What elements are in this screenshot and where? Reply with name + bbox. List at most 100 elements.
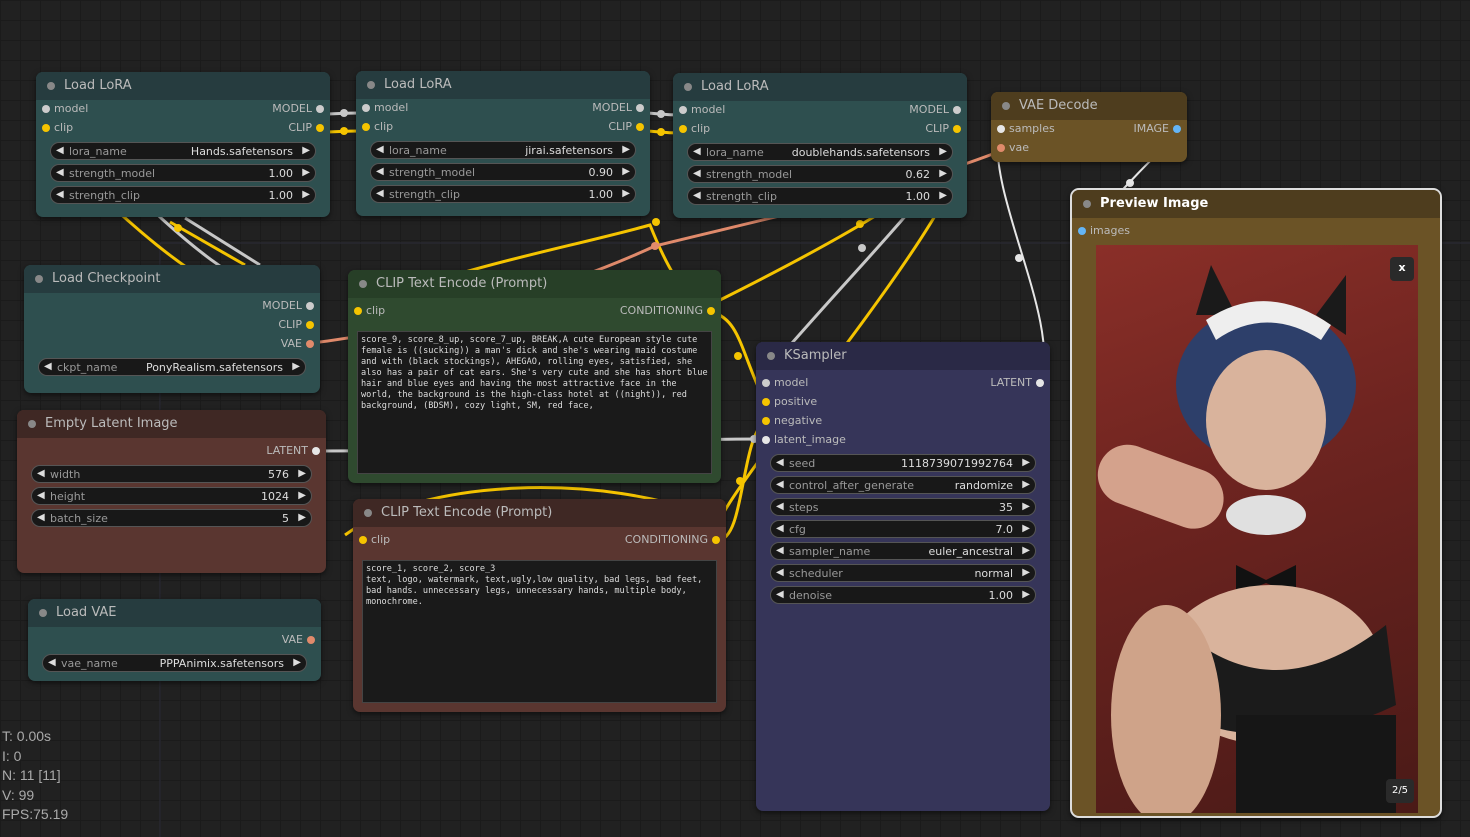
input-slot-clip[interactable] [359,536,367,544]
input-slot-vae[interactable] [997,144,1005,152]
decrement-arrow-icon[interactable]: ◀ [37,468,45,479]
collapse-dot[interactable] [1002,102,1010,110]
batch-size-number[interactable]: ◀ batch_size 5 ▶ [31,509,312,527]
scheduler-combo[interactable]: ◀ scheduler normal ▶ [770,564,1036,582]
increment-arrow-icon[interactable]: ▶ [622,166,630,177]
output-slot-clip[interactable] [953,125,961,133]
input-slot-clip[interactable] [679,125,687,133]
decrement-arrow-icon[interactable]: ◀ [44,361,52,372]
control-after-generate-combo[interactable]: ◀ control_after_generate randomize ▶ [770,476,1036,494]
decrement-arrow-icon[interactable]: ◀ [776,567,784,578]
input-slot-clip[interactable] [42,124,50,132]
increment-arrow-icon[interactable]: ▶ [302,145,310,156]
increment-arrow-icon[interactable]: ▶ [302,189,310,200]
node-title[interactable]: CLIP Text Encode (Prompt) [348,270,721,298]
increment-arrow-icon[interactable]: ▶ [1022,501,1030,512]
node-title[interactable]: KSampler [756,342,1050,370]
lora-name-combo[interactable]: ◀ lora_name jirai.safetensors ▶ [370,141,636,159]
output-slot-model[interactable] [636,104,644,112]
output-slot-model[interactable] [953,106,961,114]
input-slot-model[interactable] [679,106,687,114]
increment-arrow-icon[interactable]: ▶ [1022,457,1030,468]
decrement-arrow-icon[interactable]: ◀ [37,490,45,501]
strength-model-number[interactable]: ◀ strength_model 0.62 ▶ [687,165,953,183]
output-slot-vae[interactable] [307,636,315,644]
node-title[interactable]: Empty Latent Image [17,410,326,438]
input-slot-positive[interactable] [762,398,770,406]
increment-arrow-icon[interactable]: ▶ [293,657,301,668]
vae-name-combo[interactable]: ◀ vae_name PPPAnimix.safetensors ▶ [42,654,307,672]
increment-arrow-icon[interactable]: ▶ [1022,523,1030,534]
collapse-dot[interactable] [367,81,375,89]
decrement-arrow-icon[interactable]: ◀ [376,188,384,199]
input-slot-model[interactable] [362,104,370,112]
output-slot-model[interactable] [306,302,314,310]
preview-image[interactable]: x 2/5 [1096,245,1418,813]
lora-name-combo[interactable]: ◀ lora_name doublehands.safetensors ▶ [687,143,953,161]
collapse-dot[interactable] [767,352,775,360]
strength-clip-number[interactable]: ◀ strength_clip 1.00 ▶ [370,185,636,203]
increment-arrow-icon[interactable]: ▶ [292,361,300,372]
input-slot-clip[interactable] [354,307,362,315]
collapse-dot[interactable] [47,82,55,90]
decrement-arrow-icon[interactable]: ◀ [376,166,384,177]
decrement-arrow-icon[interactable]: ◀ [693,146,701,157]
decrement-arrow-icon[interactable]: ◀ [776,479,784,490]
decrement-arrow-icon[interactable]: ◀ [376,144,384,155]
node-title[interactable]: Preview Image [1072,190,1440,218]
node-title[interactable]: Load VAE [28,599,321,627]
close-preview-button[interactable]: x [1390,257,1414,281]
decrement-arrow-icon[interactable]: ◀ [48,657,56,668]
decrement-arrow-icon[interactable]: ◀ [56,189,64,200]
strength-clip-number[interactable]: ◀ strength_clip 1.00 ▶ [687,187,953,205]
decrement-arrow-icon[interactable]: ◀ [56,167,64,178]
clip-text-encode-positive-node[interactable]: CLIP Text Encode (Prompt) clip CONDITION… [348,270,721,483]
input-slot-images[interactable] [1078,227,1086,235]
output-slot-clip[interactable] [306,321,314,329]
ksampler-node[interactable]: KSampler model LATENT positive negative … [756,342,1050,811]
decrement-arrow-icon[interactable]: ◀ [776,545,784,556]
increment-arrow-icon[interactable]: ▶ [622,144,630,155]
node-title[interactable]: CLIP Text Encode (Prompt) [353,499,726,527]
width-number[interactable]: ◀ width 576 ▶ [31,465,312,483]
output-slot-conditioning[interactable] [712,536,720,544]
increment-arrow-icon[interactable]: ▶ [1022,545,1030,556]
increment-arrow-icon[interactable]: ▶ [622,188,630,199]
decrement-arrow-icon[interactable]: ◀ [776,523,784,534]
input-slot-clip[interactable] [362,123,370,131]
decrement-arrow-icon[interactable]: ◀ [776,589,784,600]
increment-arrow-icon[interactable]: ▶ [939,146,947,157]
output-slot-conditioning[interactable] [707,307,715,315]
node-title[interactable]: Load LoRA [673,73,967,101]
increment-arrow-icon[interactable]: ▶ [939,168,947,179]
empty-latent-image-node[interactable]: Empty Latent Image LATENT ◀ width 576 ▶ ◀ he… [17,410,326,573]
increment-arrow-icon[interactable]: ▶ [1022,479,1030,490]
increment-arrow-icon[interactable]: ▶ [1022,589,1030,600]
increment-arrow-icon[interactable]: ▶ [939,190,947,201]
increment-arrow-icon[interactable]: ▶ [302,167,310,178]
node-title[interactable]: Load LoRA [356,71,650,99]
output-slot-clip[interactable] [636,123,644,131]
collapse-dot[interactable] [1083,200,1091,208]
input-slot-samples[interactable] [997,125,1005,133]
output-slot-latent[interactable] [312,447,320,455]
output-slot-clip[interactable] [316,124,324,132]
denoise-number[interactable]: ◀ denoise 1.00 ▶ [770,586,1036,604]
decrement-arrow-icon[interactable]: ◀ [693,168,701,179]
increment-arrow-icon[interactable]: ▶ [298,468,306,479]
collapse-dot[interactable] [35,275,43,283]
ckpt-name-combo[interactable]: ◀ ckpt_name PonyRealism.safetensors ▶ [38,358,306,376]
output-slot-latent[interactable] [1036,379,1044,387]
load-lora-node-1[interactable]: Load LoRA model MODEL clip CLIP ◀ lora_na… [36,72,330,217]
steps-number[interactable]: ◀ steps 35 ▶ [770,498,1036,516]
collapse-dot[interactable] [364,509,372,517]
preview-image-node[interactable]: Preview Image images x 2/5 [1070,188,1442,818]
clip-text-encode-negative-node[interactable]: CLIP Text Encode (Prompt) clip CONDITION… [353,499,726,712]
increment-arrow-icon[interactable]: ▶ [1022,567,1030,578]
prompt-textarea[interactable]: score_1, score_2, score_3 text, logo, wa… [362,560,717,703]
output-slot-vae[interactable] [306,340,314,348]
increment-arrow-icon[interactable]: ▶ [298,512,306,523]
collapse-dot[interactable] [39,609,47,617]
input-slot-latent-image[interactable] [762,436,770,444]
node-title[interactable]: Load Checkpoint [24,265,320,293]
